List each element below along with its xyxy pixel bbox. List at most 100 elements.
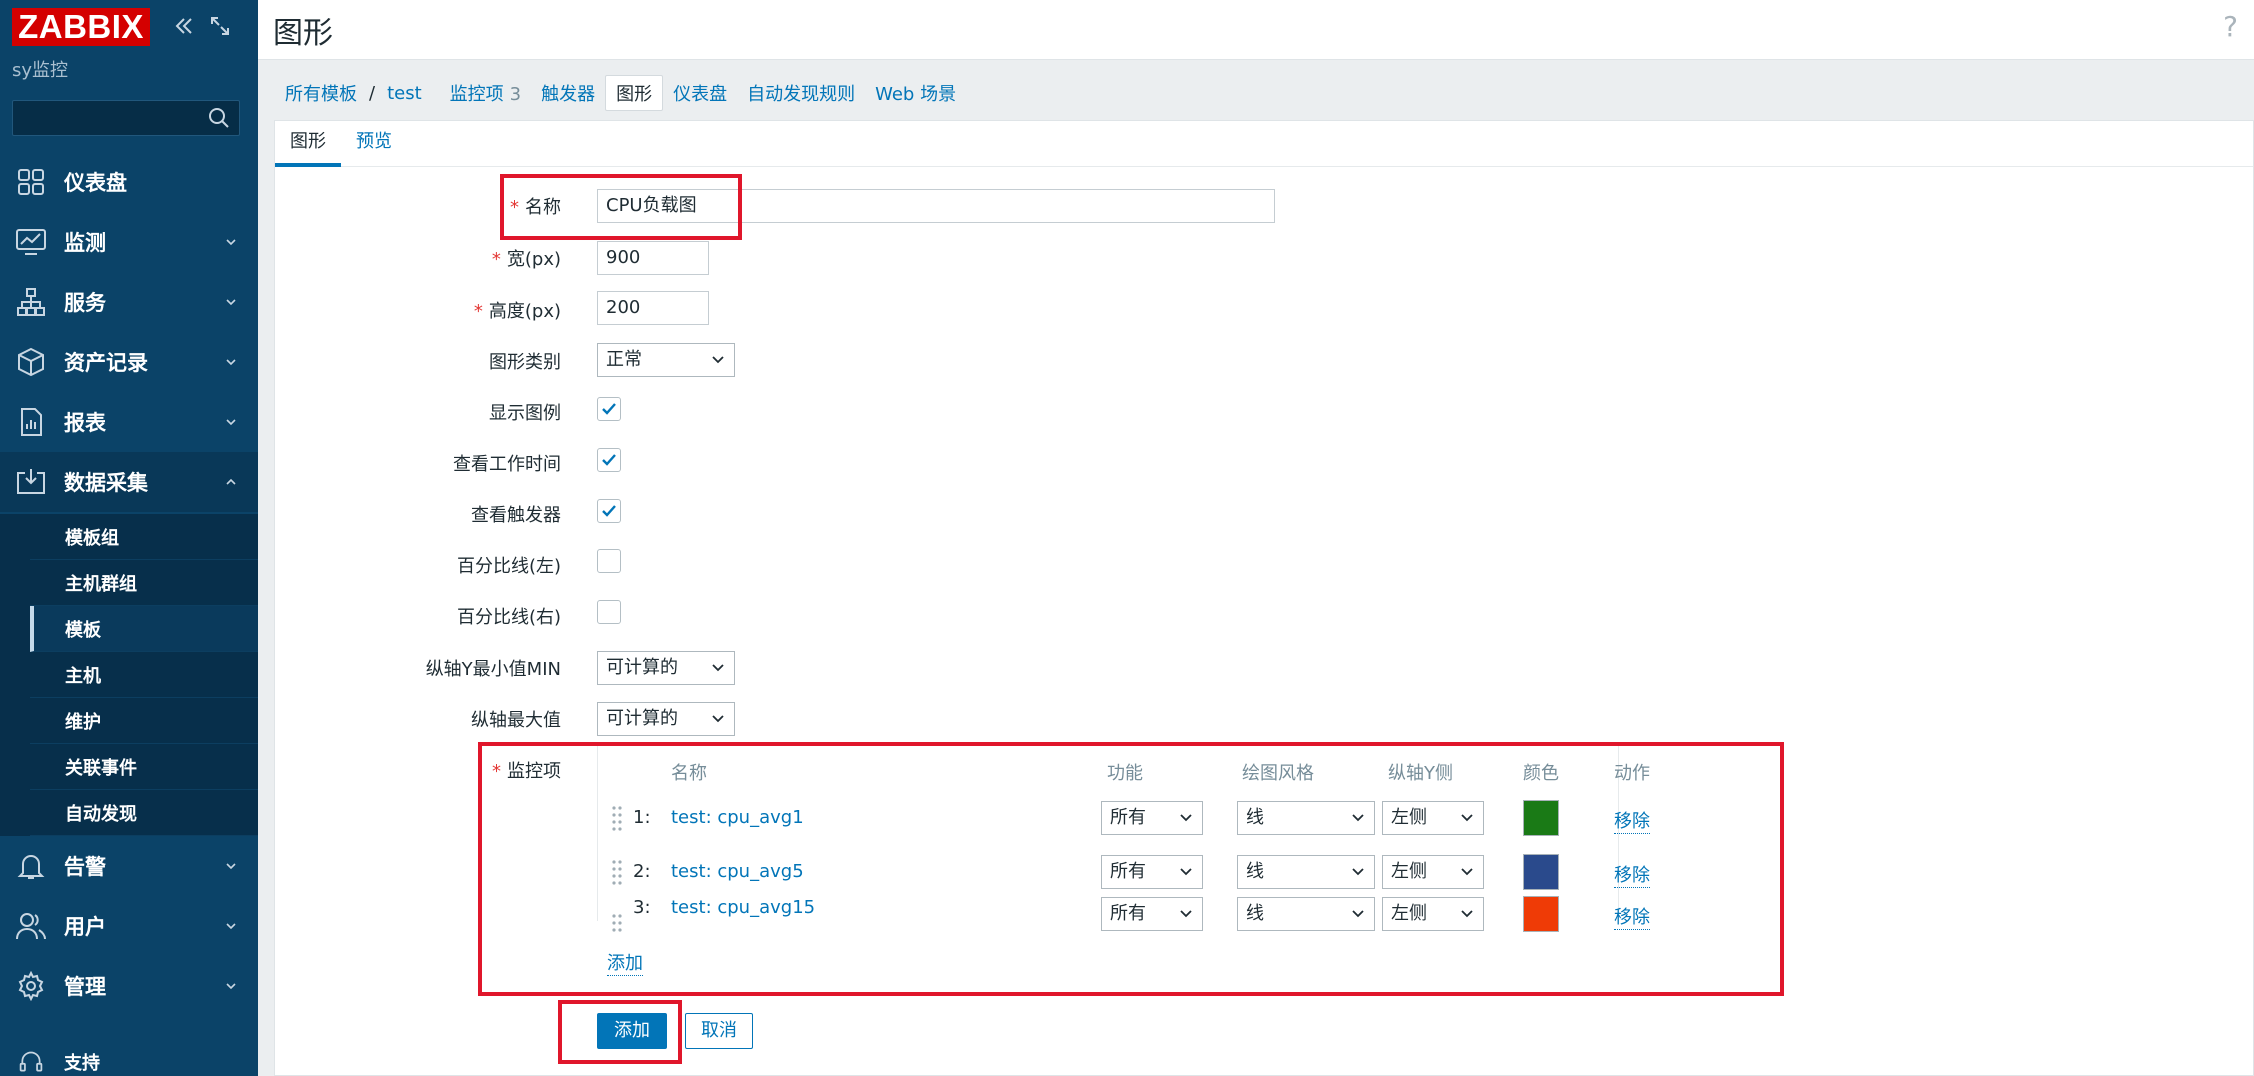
width-label: * 宽(px) bbox=[492, 245, 561, 271]
graph-type-value: 正常 bbox=[606, 349, 642, 370]
chevron-down-icon bbox=[226, 419, 236, 426]
nav-label: 告警 bbox=[64, 855, 106, 879]
nav-reports[interactable]: 报表 bbox=[0, 392, 258, 452]
submenu-maintenance[interactable]: 维护 bbox=[30, 698, 258, 744]
tab-graph[interactable]: 图形 bbox=[275, 121, 341, 167]
reports-icon bbox=[14, 405, 48, 439]
nav-alerts[interactable]: 告警 bbox=[0, 836, 258, 896]
required-mark: * bbox=[491, 249, 501, 270]
support-icon bbox=[14, 1045, 48, 1076]
breadcrumb-triggers[interactable]: 触发器 bbox=[531, 76, 605, 110]
items-count: 3 bbox=[509, 84, 522, 105]
breadcrumb-graphs[interactable]: 图形 bbox=[605, 75, 664, 111]
users-icon bbox=[14, 909, 48, 943]
chevron-down-icon bbox=[226, 359, 236, 366]
chevron-down-icon bbox=[226, 983, 236, 990]
zabbix-logo[interactable]: ZABBIX bbox=[12, 8, 150, 46]
nav-users[interactable]: 用户 bbox=[0, 896, 258, 956]
show-working-time-checkbox[interactable] bbox=[597, 448, 621, 472]
chevron-down-icon bbox=[712, 356, 724, 364]
form-tabs: 图形 预览 bbox=[275, 121, 2253, 167]
nav-data-collection[interactable]: 数据采集 bbox=[0, 452, 258, 512]
gear-icon bbox=[14, 969, 48, 1003]
y-max-value: 可计算的 bbox=[606, 708, 678, 729]
height-input[interactable]: 200 bbox=[597, 291, 709, 325]
breadcrumb-template[interactable]: test bbox=[377, 79, 432, 108]
y-max-select[interactable]: 可计算的 bbox=[597, 702, 735, 736]
height-label: * 高度(px) bbox=[474, 297, 561, 323]
annotation-box-name bbox=[500, 174, 742, 240]
width-input[interactable]: 900 bbox=[597, 241, 709, 275]
sidebar-search-input[interactable] bbox=[12, 100, 240, 136]
chevron-down-icon bbox=[226, 923, 236, 930]
nav-label: 资产记录 bbox=[64, 351, 148, 375]
percentile-left-label: 百分比线(左) bbox=[456, 556, 561, 577]
submenu-discovery[interactable]: 自动发现 bbox=[30, 790, 258, 836]
y-min-select[interactable]: 可计算的 bbox=[597, 651, 735, 685]
nav-monitoring[interactable]: 监测 bbox=[0, 212, 258, 272]
chevron-down-icon bbox=[226, 299, 236, 306]
nav-support[interactable]: 支持 bbox=[0, 1034, 258, 1076]
dashboard-icon bbox=[14, 165, 48, 199]
breadcrumb-items-label: 监控项 bbox=[449, 84, 504, 105]
show-triggers-label: 查看触发器 bbox=[471, 505, 561, 526]
annotation-box-items bbox=[478, 742, 1784, 996]
show-working-time-label: 查看工作时间 bbox=[453, 454, 561, 475]
breadcrumb: 所有模板 / test 监控项 3 触发器 图形 仪表盘 自动发现规则 Web 场… bbox=[275, 75, 966, 111]
graph-type-label: 图形类别 bbox=[489, 352, 561, 373]
monitoring-icon bbox=[14, 225, 48, 259]
nav-label: 报表 bbox=[64, 411, 106, 435]
breadcrumb-discovery-rules[interactable]: 自动发现规则 bbox=[737, 76, 865, 110]
data-collection-submenu: 模板组 主机群组 模板 主机 维护 关联事件 自动发现 bbox=[0, 514, 258, 836]
checkmark-icon bbox=[602, 454, 616, 466]
help-icon[interactable]: ? bbox=[2223, 10, 2238, 43]
search-icon[interactable] bbox=[207, 106, 231, 130]
percentile-left-checkbox[interactable] bbox=[597, 549, 621, 573]
nav-label: 用户 bbox=[64, 915, 106, 939]
percentile-right-checkbox[interactable] bbox=[597, 600, 621, 624]
required-mark: * bbox=[473, 301, 483, 322]
y-min-value: 可计算的 bbox=[606, 657, 678, 678]
submenu-event-correlation[interactable]: 关联事件 bbox=[30, 744, 258, 790]
breadcrumb-all-templates[interactable]: 所有模板 bbox=[275, 76, 367, 110]
tab-preview[interactable]: 预览 bbox=[341, 121, 407, 167]
submenu-host-groups[interactable]: 主机群组 bbox=[30, 560, 258, 606]
cancel-button[interactable]: 取消 bbox=[685, 1013, 753, 1049]
nav-inventory[interactable]: 资产记录 bbox=[0, 332, 258, 392]
submenu-templates[interactable]: 模板 bbox=[30, 606, 258, 652]
nav-label: 支持 bbox=[64, 1053, 100, 1074]
nav-dashboard[interactable]: 仪表盘 bbox=[0, 152, 258, 212]
chevron-down-icon bbox=[712, 715, 724, 723]
chevron-up-icon bbox=[226, 478, 236, 485]
graph-type-select[interactable]: 正常 bbox=[597, 343, 735, 377]
checkmark-icon bbox=[602, 505, 616, 517]
checkmark-icon bbox=[602, 403, 616, 415]
breadcrumb-items[interactable]: 监控项 3 bbox=[440, 76, 531, 110]
submenu-template-groups[interactable]: 模板组 bbox=[30, 514, 258, 560]
nav-label: 仪表盘 bbox=[64, 171, 127, 195]
nav-services[interactable]: 服务 bbox=[0, 272, 258, 332]
height-label-text: 高度(px) bbox=[488, 301, 561, 322]
show-legend-checkbox[interactable] bbox=[597, 397, 621, 421]
nav-label: 数据采集 bbox=[64, 471, 148, 495]
show-triggers-checkbox[interactable] bbox=[597, 499, 621, 523]
double-chevron-left-icon[interactable] bbox=[172, 14, 196, 42]
inventory-icon bbox=[14, 345, 48, 379]
nav-label: 管理 bbox=[64, 975, 106, 999]
page-header: 图形 ? bbox=[258, 0, 2254, 60]
breadcrumb-dashboards[interactable]: 仪表盘 bbox=[663, 76, 737, 110]
nav-administration[interactable]: 管理 bbox=[0, 956, 258, 1016]
submenu-hosts[interactable]: 主机 bbox=[30, 652, 258, 698]
breadcrumb-web-scenarios[interactable]: Web 场景 bbox=[865, 76, 966, 110]
width-label-text: 宽(px) bbox=[506, 249, 561, 270]
expand-icon[interactable] bbox=[208, 14, 232, 42]
y-max-label: 纵轴最大值 bbox=[471, 710, 561, 731]
nav-label: 监测 bbox=[64, 231, 106, 255]
chevron-down-icon bbox=[226, 239, 236, 246]
alerts-icon bbox=[14, 849, 48, 883]
y-min-label: 纵轴Y最小值MIN bbox=[425, 659, 561, 680]
breadcrumb-separator: / bbox=[369, 82, 376, 104]
server-name: sy监控 bbox=[12, 60, 69, 81]
nav-label: 服务 bbox=[64, 291, 106, 315]
services-icon bbox=[14, 285, 48, 319]
